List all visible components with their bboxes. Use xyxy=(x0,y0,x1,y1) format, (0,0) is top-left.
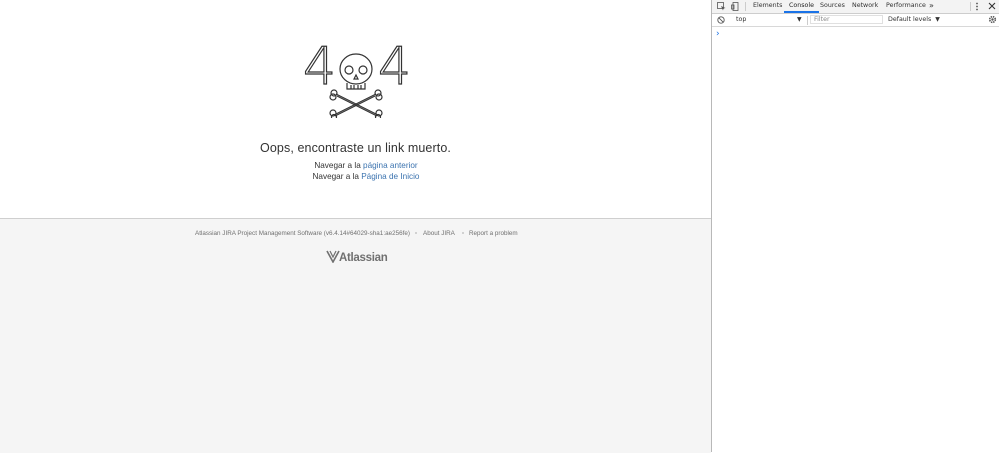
more-tabs-icon[interactable]: » xyxy=(929,0,934,12)
context-select-value: top xyxy=(736,16,747,23)
inspect-icon[interactable] xyxy=(717,2,726,11)
about-jira-link[interactable]: About JIRA xyxy=(423,230,455,237)
settings-gear-icon[interactable] xyxy=(988,15,997,24)
digit-four-right: 4 xyxy=(378,44,409,97)
nav-prefix: Navegar a la xyxy=(312,172,362,181)
digit-four-left: 4 xyxy=(303,44,336,97)
context-select[interactable]: top ▼ xyxy=(732,15,805,25)
device-toolbar-icon[interactable] xyxy=(731,2,740,11)
toolbar-divider xyxy=(970,2,971,11)
log-levels-select[interactable]: Default levels ▼ xyxy=(888,15,940,25)
devtools-tab-bar: Elements Console Sources Network Perform… xyxy=(712,0,999,14)
close-icon[interactable] xyxy=(988,2,996,10)
error-content: 4 4 Oops, encontraste un link muerto. Na… xyxy=(0,0,711,218)
error-headline: Oops, encontraste un link muerto. xyxy=(260,141,451,155)
footer: Atlassian JIRA Project Management Softwa… xyxy=(0,218,711,453)
page-viewport: 4 4 Oops, encontraste un link muerto. Na… xyxy=(0,0,711,453)
console-prompt-icon[interactable]: › xyxy=(716,30,720,39)
footer-links: Atlassian JIRA Project Management Softwa… xyxy=(0,230,711,242)
kebab-menu-icon[interactable] xyxy=(975,2,979,11)
home-page-link[interactable]: Página de Inicio xyxy=(361,172,419,181)
atlassian-logo-text[interactable]: Atlassian xyxy=(339,252,388,264)
clear-console-icon[interactable] xyxy=(717,16,725,24)
tab-network[interactable]: Network xyxy=(852,0,878,12)
tab-elements[interactable]: Elements xyxy=(753,0,782,12)
previous-page-link[interactable]: página anterior xyxy=(363,161,418,170)
dropdown-arrow-icon: ▼ xyxy=(797,16,802,23)
dropdown-arrow-icon: ▼ xyxy=(935,16,940,23)
tab-performance[interactable]: Performance xyxy=(886,0,926,12)
console-toolbar: top ▼ Default levels ▼ xyxy=(712,14,999,27)
crossbones-icon xyxy=(329,89,383,118)
footer-separator xyxy=(415,232,417,234)
nav-prefix: Navegar a la xyxy=(314,161,364,170)
toolbar-divider xyxy=(807,16,808,25)
nav-line-previous: Navegar a la página anterior xyxy=(0,161,732,170)
tab-sources[interactable]: Sources xyxy=(820,0,845,12)
atlassian-logo-icon[interactable] xyxy=(326,250,340,263)
nav-line-home: Navegar a la Página de Inicio xyxy=(0,172,732,181)
report-problem-link[interactable]: Report a problem xyxy=(469,230,518,237)
skull-icon xyxy=(339,53,373,90)
console-filter-input[interactable] xyxy=(810,15,883,24)
toolbar-divider xyxy=(745,2,746,11)
footer-separator xyxy=(462,232,464,234)
skull-404-art: 4 4 xyxy=(303,44,409,118)
tab-console[interactable]: Console xyxy=(784,0,819,13)
version-link[interactable]: Atlassian JIRA Project Management Softwa… xyxy=(195,230,410,237)
log-levels-label: Default levels xyxy=(888,16,932,23)
devtools-panel: Elements Console Sources Network Perform… xyxy=(711,0,999,452)
